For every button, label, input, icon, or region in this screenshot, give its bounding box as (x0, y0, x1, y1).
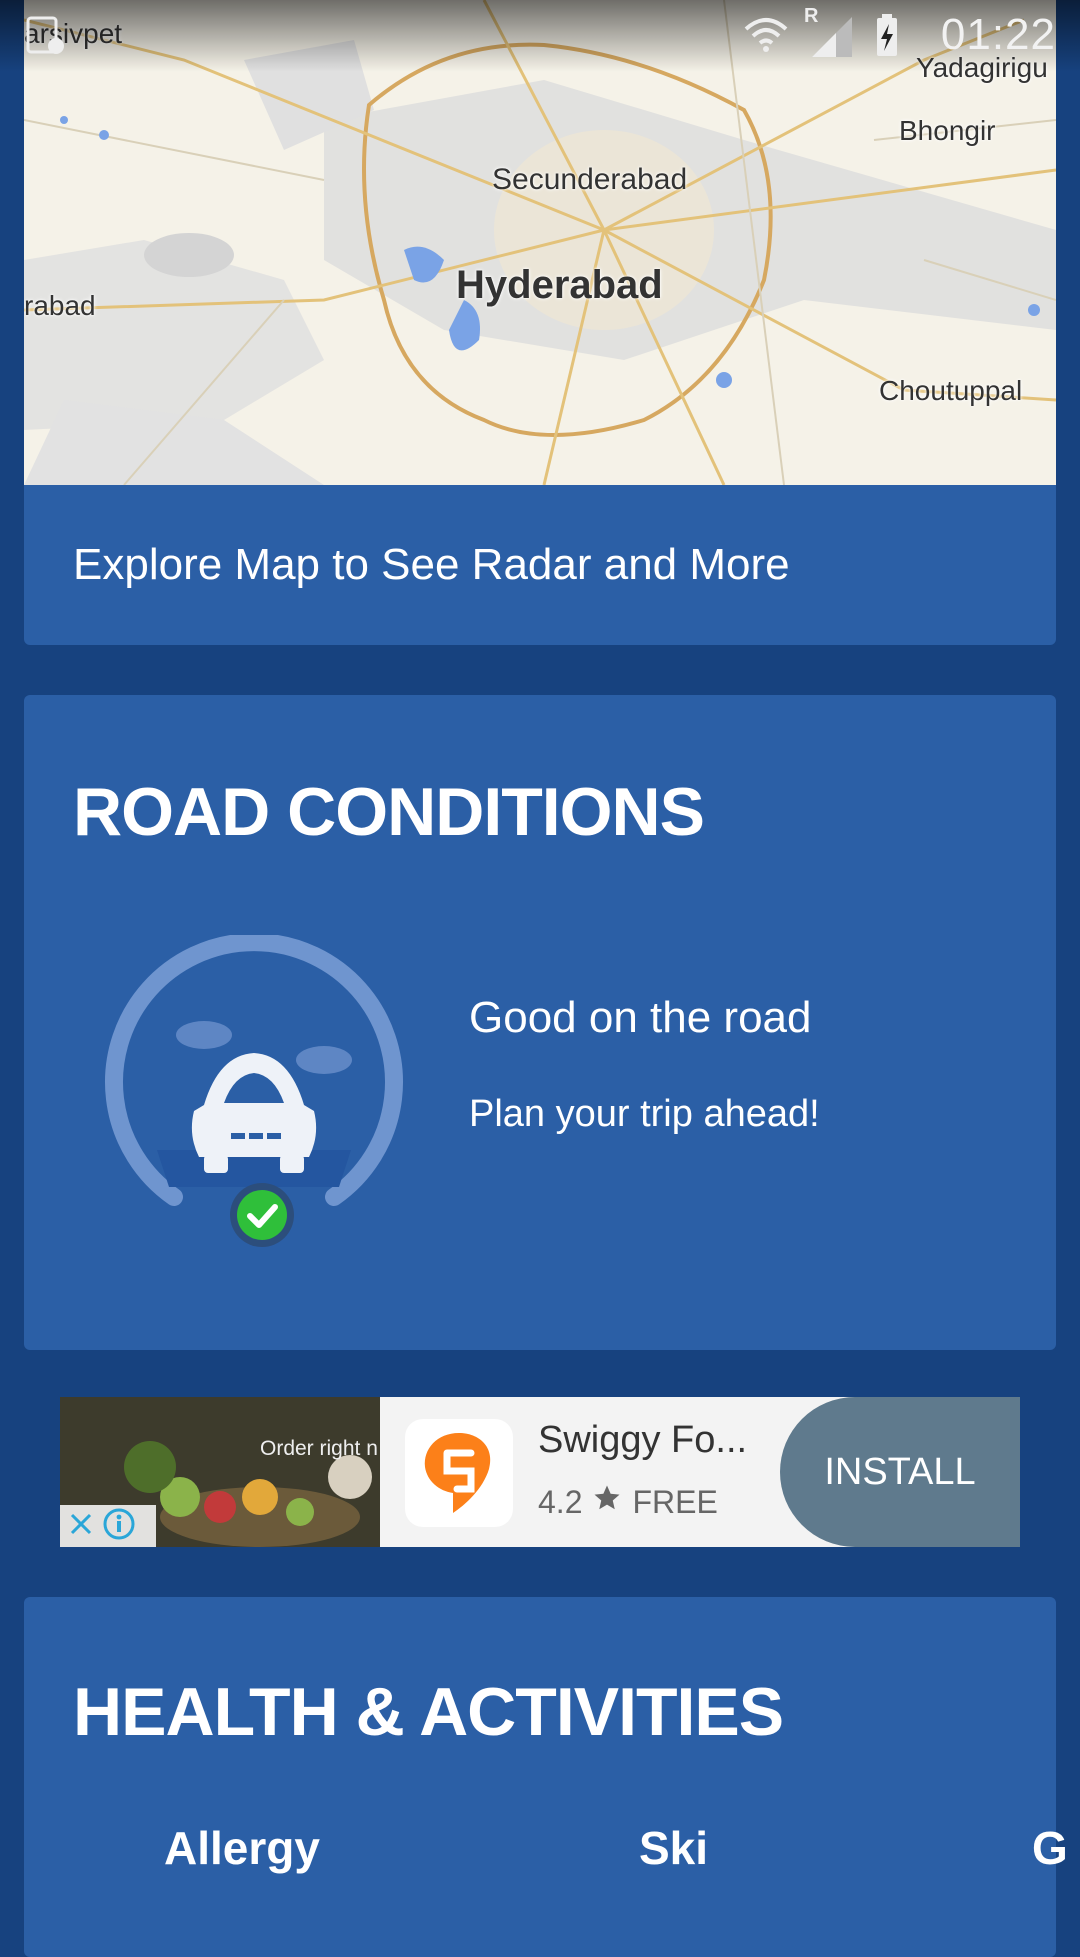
ad-image[interactable]: Order right n (60, 1397, 380, 1547)
road-gauge-icon (94, 933, 414, 1255)
road-conditions-card: ROAD CONDITIONS Good on the road Plan yo… (24, 695, 1056, 1350)
map-label-bhongir: Bhongir (899, 115, 996, 146)
check-icon (230, 1183, 294, 1247)
ad-banner[interactable]: Order right n Swiggy Fo... 4.2 FREE INST… (60, 1397, 1020, 1547)
health-activities-card: HEALTH & ACTIVITIES Allergy Ski G (24, 1597, 1068, 1957)
ad-install-button[interactable]: INSTALL (780, 1397, 1020, 1547)
map-preview[interactable]: arsivpet Yadagirigu Bhongir Secunderabad… (24, 0, 1056, 485)
activity-g[interactable]: G (1032, 1821, 1068, 1875)
status-time: 01:22 (940, 10, 1056, 59)
status-bar: R 01:22 (0, 0, 1080, 72)
ad-controls (60, 1505, 156, 1547)
star-icon (592, 1483, 622, 1521)
signal-icon: R (804, 5, 856, 62)
road-subtitle-text: Plan your trip ahead! (469, 1093, 820, 1135)
activity-allergy[interactable]: Allergy (164, 1821, 320, 1875)
road-status-text: Good on the road (469, 993, 812, 1042)
roaming-label: R (804, 5, 819, 27)
road-conditions-title: ROAD CONDITIONS (73, 774, 705, 850)
status-icons: R (742, 5, 900, 63)
ad-rating-row: 4.2 FREE (538, 1483, 718, 1521)
activity-ski[interactable]: Ski (639, 1821, 708, 1875)
notification-icon (24, 14, 68, 63)
wifi-icon (742, 15, 790, 60)
ad-info-icon[interactable] (102, 1507, 136, 1546)
ad-rating-value: 4.2 (538, 1483, 583, 1520)
health-activities-title: HEALTH & ACTIVITIES (73, 1674, 784, 1750)
map-label-secunderabad: Secunderabad (492, 163, 688, 196)
battery-charging-icon (874, 12, 900, 63)
swiggy-logo-icon[interactable] (405, 1419, 513, 1527)
ad-app-name: Swiggy Fo... (538, 1419, 748, 1461)
map-illustration (24, 0, 1056, 485)
ad-price: FREE (632, 1483, 718, 1520)
map-card[interactable]: arsivpet Yadagirigu Bhongir Secunderabad… (24, 0, 1056, 645)
map-label-hyderabad: Hyderabad (456, 263, 663, 307)
explore-map-link[interactable]: Explore Map to See Radar and More (73, 540, 790, 590)
map-label-abad: rabad (24, 290, 96, 321)
map-label-choutuppal: Choutuppal (879, 375, 1023, 406)
ad-image-text: Order right n (260, 1437, 378, 1460)
ad-close-icon[interactable] (66, 1509, 96, 1544)
